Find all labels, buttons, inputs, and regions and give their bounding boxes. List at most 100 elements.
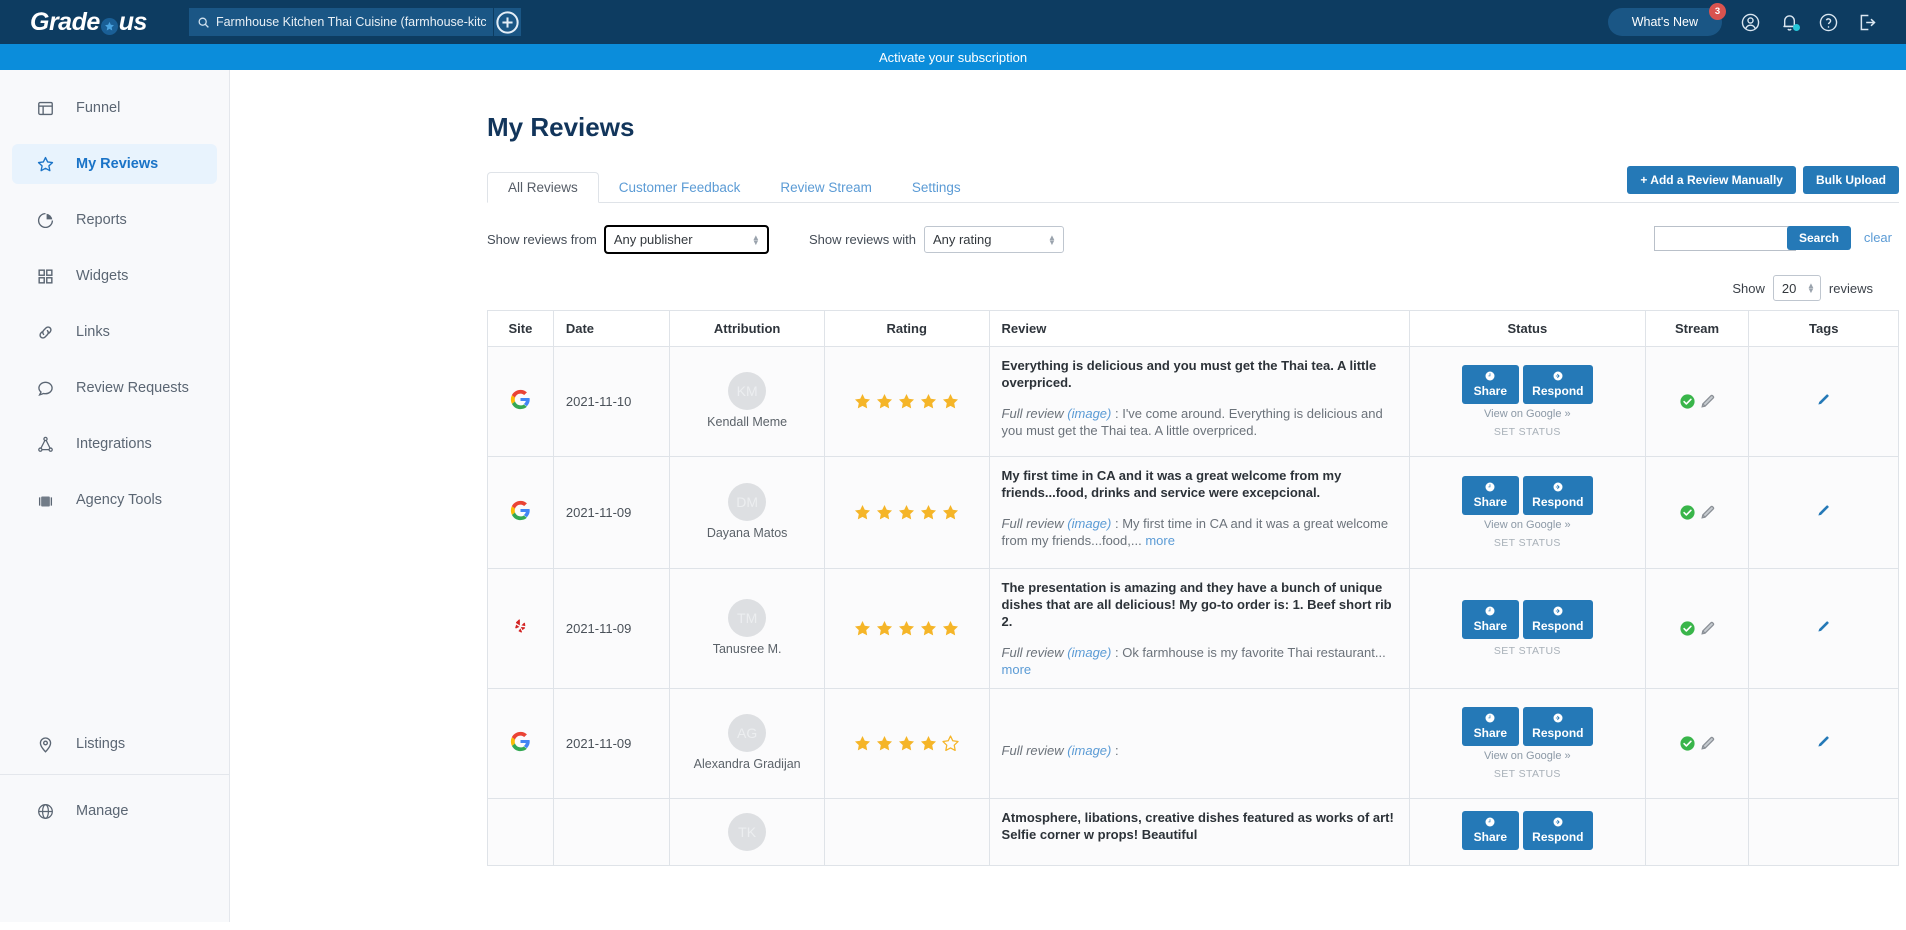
search-icon bbox=[198, 17, 209, 28]
table-row: 2021-11-09 DM Dayana Matos My first time in… bbox=[487, 456, 1899, 569]
logo-text-left: Grade bbox=[30, 7, 100, 36]
share-button[interactable]: Share bbox=[1461, 365, 1519, 404]
cell-tags bbox=[1748, 346, 1899, 457]
star-filled-icon bbox=[877, 736, 893, 751]
page-size-select[interactable]: 20 ▲ ▼ bbox=[1772, 275, 1821, 301]
tab-all-reviews[interactable]: All Reviews bbox=[487, 172, 599, 203]
show-label: Show bbox=[1732, 280, 1765, 296]
sidebar-item-label: Widgets bbox=[76, 268, 129, 284]
review-more-link[interactable]: more bbox=[1145, 533, 1175, 548]
star-filled-icon bbox=[855, 505, 871, 520]
review-image-link[interactable]: (image) bbox=[1067, 406, 1111, 421]
plus-circle-icon bbox=[496, 10, 519, 34]
sidebar-item-label: Funnel bbox=[76, 100, 121, 116]
sidebar-item-review-requests[interactable]: Review Requests bbox=[12, 368, 217, 408]
review-title: Atmosphere, libations, creative dishes f… bbox=[1001, 810, 1394, 842]
sidebar-item-funnel[interactable]: Funnel bbox=[12, 88, 217, 128]
cell-stream bbox=[1644, 798, 1750, 866]
logout-button[interactable] bbox=[1857, 12, 1878, 33]
table-row: 2021-11-09 TM Tanusree M. The presentation … bbox=[487, 568, 1899, 689]
sidebar-item-manage[interactable]: Manage bbox=[12, 791, 217, 831]
respond-button[interactable]: Respond bbox=[1522, 476, 1593, 515]
view-on-source-link[interactable]: View on Google » bbox=[1422, 750, 1633, 762]
star-filled-icon bbox=[899, 621, 915, 636]
cell-tags bbox=[1748, 568, 1899, 689]
review-search-button[interactable]: Search bbox=[1786, 226, 1851, 250]
star-filled-icon bbox=[943, 621, 959, 636]
avatar: DM bbox=[728, 483, 767, 521]
review-image-link[interactable]: (image) bbox=[1067, 743, 1111, 758]
set-status-link[interactable]: SET STATUS bbox=[1422, 426, 1633, 438]
subscription-banner[interactable]: Activate your subscription bbox=[0, 44, 1906, 70]
publisher-filter-label: Show reviews from bbox=[487, 232, 597, 247]
cell-date bbox=[552, 798, 671, 866]
add-location-button[interactable] bbox=[492, 8, 521, 36]
whats-new-button[interactable]: What's New 3 bbox=[1607, 3, 1726, 36]
bulk-upload-button[interactable]: Bulk Upload bbox=[1802, 166, 1899, 194]
edit-tags-pencil-icon bbox=[1818, 393, 1829, 404]
full-review-label: Full review bbox=[1001, 743, 1068, 758]
publisher-select[interactable]: Any publisher ▲ ▼ bbox=[603, 225, 769, 254]
table-row: 2021-11-10 KM Kendall Meme Everything is de… bbox=[487, 346, 1899, 457]
app-logo[interactable]: Grade us bbox=[30, 8, 147, 37]
share-button[interactable]: Share bbox=[1461, 600, 1519, 639]
respond-button[interactable]: Respond bbox=[1522, 811, 1593, 850]
globe-icon bbox=[36, 802, 58, 821]
add-review-manually-button[interactable]: + Add a Review Manually bbox=[1627, 166, 1796, 194]
sidebar-item-listings[interactable]: Listings bbox=[12, 724, 217, 764]
review-image-link[interactable]: (image) bbox=[1067, 516, 1111, 531]
sidebar-item-my-reviews[interactable]: My Reviews bbox=[12, 144, 217, 184]
tab-settings[interactable]: Settings bbox=[892, 173, 981, 202]
respond-button[interactable]: Respond bbox=[1522, 600, 1593, 639]
cell-stream bbox=[1644, 456, 1750, 569]
view-on-source-link[interactable]: View on Google » bbox=[1422, 408, 1633, 420]
star-filled-icon bbox=[921, 505, 937, 520]
rating-select[interactable]: Any rating ▲ ▼ bbox=[923, 226, 1064, 253]
share-label: Share bbox=[1473, 495, 1507, 509]
clear-filters-link[interactable]: clear bbox=[1864, 230, 1892, 245]
column-header-status: Status bbox=[1409, 310, 1646, 347]
search-box[interactable]: Farmhouse Kitchen Thai Cuisine (farmhous… bbox=[188, 8, 493, 36]
set-status-link[interactable]: SET STATUS bbox=[1422, 768, 1633, 780]
sidebar-item-links[interactable]: Links bbox=[12, 312, 217, 352]
logo-star-dot-icon bbox=[100, 17, 118, 35]
notifications-button[interactable] bbox=[1779, 12, 1800, 33]
status-buttons: Share Respond bbox=[1422, 476, 1633, 515]
review-excerpt: : bbox=[1111, 743, 1119, 758]
tab-customer-feedback[interactable]: Customer Feedback bbox=[599, 173, 761, 202]
sidebar-item-integrations[interactable]: Integrations bbox=[12, 424, 217, 464]
sidebar-item-reports[interactable]: Reports bbox=[12, 200, 217, 240]
share-button[interactable]: Share bbox=[1461, 811, 1519, 850]
cell-stream bbox=[1644, 568, 1750, 689]
avatar: TM bbox=[728, 599, 767, 637]
cell-stream bbox=[1644, 688, 1750, 799]
tab-review-stream[interactable]: Review Stream bbox=[760, 173, 892, 202]
column-header-rating: Rating bbox=[823, 310, 990, 347]
search-input[interactable]: Farmhouse Kitchen Thai Cuisine (farmhous… bbox=[216, 15, 486, 29]
review-more-link[interactable]: more bbox=[1002, 662, 1032, 677]
edit-stream-pencil-icon bbox=[1700, 736, 1714, 750]
set-status-link[interactable]: SET STATUS bbox=[1422, 537, 1633, 549]
arrow-circle-icon bbox=[1553, 713, 1563, 723]
full-review-label: Full review bbox=[1001, 645, 1068, 660]
cell-attribution: KM Kendall Meme bbox=[669, 346, 825, 457]
respond-label: Respond bbox=[1532, 726, 1584, 740]
sidebar-item-agency-tools[interactable]: Agency Tools bbox=[12, 480, 217, 520]
review-image-link[interactable]: (image) bbox=[1067, 645, 1111, 660]
share-button[interactable]: Share bbox=[1461, 707, 1519, 746]
view-on-source-link[interactable]: View on Google » bbox=[1422, 519, 1633, 531]
review-title: The presentation is amazing and they hav… bbox=[1001, 580, 1392, 629]
help-button[interactable] bbox=[1818, 12, 1839, 33]
share-button[interactable]: Share bbox=[1461, 476, 1519, 515]
sidebar-item-widgets[interactable]: Widgets bbox=[12, 256, 217, 296]
review-search-input[interactable] bbox=[1654, 226, 1796, 251]
cell-site bbox=[487, 346, 554, 457]
account-button[interactable] bbox=[1740, 12, 1761, 33]
set-status-link[interactable]: SET STATUS bbox=[1422, 645, 1633, 657]
star-empty-icon bbox=[942, 735, 959, 752]
respond-button[interactable]: Respond bbox=[1522, 365, 1593, 404]
page-size-value: 20 bbox=[1781, 280, 1797, 296]
cell-date: 2021-11-09 bbox=[552, 688, 671, 799]
sidebar-divider bbox=[0, 774, 229, 775]
respond-button[interactable]: Respond bbox=[1522, 707, 1593, 746]
